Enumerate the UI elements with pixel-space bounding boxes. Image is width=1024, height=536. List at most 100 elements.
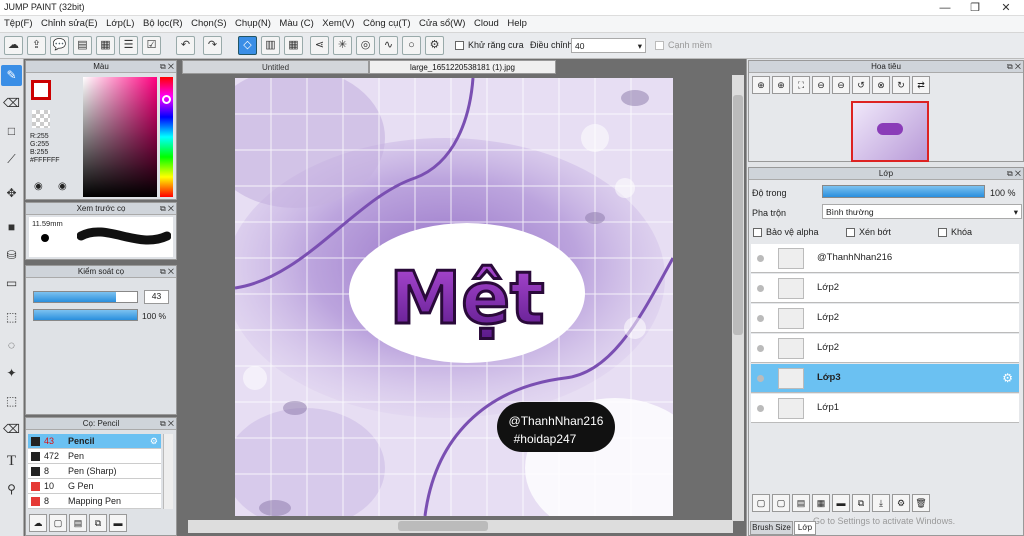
lock-option[interactable]: Khóa: [938, 227, 972, 238]
fit-window-icon[interactable]: ⛶: [792, 76, 810, 94]
rotate-left-icon[interactable]: ↺: [852, 76, 870, 94]
rotate-right-icon[interactable]: ↻: [892, 76, 910, 94]
cloud-icon[interactable]: ☁: [4, 36, 23, 55]
antialias-checkbox[interactable]: [455, 41, 464, 50]
vertical-scrollbar[interactable]: [732, 75, 744, 521]
clipping-option[interactable]: Xén bớt: [846, 227, 891, 238]
eraser-tool-icon[interactable]: ⌫: [1, 93, 22, 114]
visibility-icon[interactable]: [757, 345, 764, 352]
undo-icon[interactable]: ↶: [176, 36, 195, 55]
new-folder-icon[interactable]: ▬: [832, 494, 850, 512]
lock-checkbox[interactable]: [938, 228, 947, 238]
concentric-icon[interactable]: ◎: [356, 36, 375, 55]
hue-slider-handle[interactable]: [162, 95, 171, 104]
close-icon[interactable]: ⧉ ✕: [160, 418, 174, 430]
perspective-icon[interactable]: ⋖: [310, 36, 329, 55]
magic-wand-tool-icon[interactable]: ✦: [1, 363, 22, 384]
brush-list-item[interactable]: 472 Pen: [28, 449, 161, 464]
select-shape-icon[interactable]: ◇: [238, 36, 257, 55]
adjust-dropdown[interactable]: 40 ▾: [571, 38, 646, 53]
brush-list-item[interactable]: 43 Pencil ⚙: [28, 434, 161, 449]
saturation-value-picker[interactable]: [83, 77, 157, 197]
reset-rotation-icon[interactable]: ⊗: [872, 76, 890, 94]
bucket-tool-icon[interactable]: ⛁: [1, 245, 22, 266]
tab-layer[interactable]: Lớp: [794, 521, 816, 535]
delete-layer-icon[interactable]: 🗑: [912, 494, 930, 512]
brush-list-item[interactable]: 8 Mapping Pen: [28, 494, 161, 509]
gear-icon[interactable]: ⚙: [150, 434, 158, 448]
foreground-color-swatch[interactable]: [31, 80, 51, 100]
menu-view[interactable]: Xem(V): [318, 16, 354, 29]
layer-row[interactable]: Lớp2: [751, 334, 1019, 363]
menu-help[interactable]: Help: [503, 16, 527, 29]
brush-list-item[interactable]: 10 G Pen: [28, 479, 161, 494]
color-picker-icon[interactable]: ◉: [58, 181, 67, 192]
new-text-layer-icon[interactable]: ▤: [792, 494, 810, 512]
menu-filter[interactable]: Bộ lọc(R): [139, 16, 183, 29]
select-pen-tool-icon[interactable]: ⬚: [1, 391, 22, 412]
edge-checkbox[interactable]: [655, 41, 664, 50]
brush-opacity-slider[interactable]: [33, 309, 138, 321]
curve-icon[interactable]: ∿: [379, 36, 398, 55]
zoom-fit-icon[interactable]: ⊕: [752, 76, 770, 94]
close-icon[interactable]: ⧉ ✕: [160, 203, 174, 215]
zoom-in-icon[interactable]: ⊕: [772, 76, 790, 94]
close-icon[interactable]: ⧉ ✕: [160, 266, 174, 278]
select-eraser-tool-icon[interactable]: ⌫: [1, 419, 22, 440]
layer-opacity-slider[interactable]: [822, 185, 985, 198]
hatch-icon[interactable]: ▥: [261, 36, 280, 55]
zoom-out-icon[interactable]: ⊖: [812, 76, 830, 94]
brush-cloud-icon[interactable]: ☁: [29, 514, 47, 532]
brush-size-slider[interactable]: [33, 291, 138, 303]
horizontal-scroll-thumb[interactable]: [398, 521, 488, 531]
tab-large-jpg[interactable]: large_1651220538181 (1).jpg: [369, 60, 556, 74]
minimize-button[interactable]: —: [930, 0, 960, 16]
brush-size-value[interactable]: 43: [144, 290, 169, 304]
export-icon[interactable]: ⇪: [27, 36, 46, 55]
brush-settings-icon[interactable]: ▤: [69, 514, 87, 532]
visibility-icon[interactable]: [757, 315, 764, 322]
tab-brush-size[interactable]: Brush Size: [750, 521, 793, 535]
checklist-icon[interactable]: ☑: [142, 36, 161, 55]
transparent-swatch[interactable]: [32, 110, 50, 128]
visibility-icon[interactable]: [757, 405, 764, 412]
protect-alpha-option[interactable]: Bảo vệ alpha: [753, 227, 819, 238]
merge-layer-icon[interactable]: ⤓: [872, 494, 890, 512]
layer-settings-icon[interactable]: ⚙: [892, 494, 910, 512]
tab-untitled[interactable]: Untitled: [182, 60, 369, 74]
menu-tools[interactable]: Công cụ(T): [359, 16, 411, 29]
lasso-tool-icon[interactable]: ◌: [1, 335, 22, 356]
close-icon[interactable]: ⧉ ✕: [1007, 168, 1021, 180]
line-tool-icon[interactable]: ⟋: [1, 149, 22, 170]
radial-icon[interactable]: ✳: [333, 36, 352, 55]
visibility-icon[interactable]: [757, 375, 764, 382]
duplicate-layer-icon[interactable]: ⧉: [852, 494, 870, 512]
menu-capture[interactable]: Chụp(N): [231, 16, 271, 29]
layer-row[interactable]: Lớp2: [751, 304, 1019, 333]
layer-row[interactable]: Lớp1: [751, 394, 1019, 423]
menu-select[interactable]: Chọn(S): [187, 16, 226, 29]
color-eyedropper-icon[interactable]: ◉: [34, 181, 43, 192]
menu-cloud[interactable]: Cloud: [470, 16, 499, 29]
new-brush-icon[interactable]: ▢: [49, 514, 67, 532]
new-halftone-layer-icon[interactable]: ▦: [812, 494, 830, 512]
actual-size-icon[interactable]: ⊖: [832, 76, 850, 94]
gear-icon[interactable]: ⚙: [1002, 371, 1013, 385]
fill-rect-tool-icon[interactable]: ■: [1, 217, 22, 238]
close-button[interactable]: ✕: [991, 0, 1021, 16]
new-layer-icon[interactable]: ▢: [752, 494, 770, 512]
layer-row[interactable]: Lớp2: [751, 274, 1019, 303]
brush-list-item[interactable]: 8 Pen (Sharp): [28, 464, 161, 479]
comment-icon[interactable]: 💬: [50, 36, 69, 55]
rectangle-tool-icon[interactable]: □: [1, 121, 22, 142]
rect-select-tool-icon[interactable]: ⬚: [1, 307, 22, 328]
brush-folder-icon[interactable]: ▬: [109, 514, 127, 532]
protect-alpha-checkbox[interactable]: [753, 228, 762, 238]
maximize-button[interactable]: ❐: [960, 0, 990, 16]
gradient-tool-icon[interactable]: ▭: [1, 273, 22, 294]
close-icon[interactable]: ⧉ ✕: [1007, 61, 1021, 73]
settings-icon[interactable]: ⚙: [425, 36, 444, 55]
layer-row[interactable]: Lớp3 ⚙: [751, 364, 1019, 393]
menu-layer[interactable]: Lớp(L): [102, 16, 134, 29]
menu-file[interactable]: Tệp(F): [0, 16, 33, 29]
